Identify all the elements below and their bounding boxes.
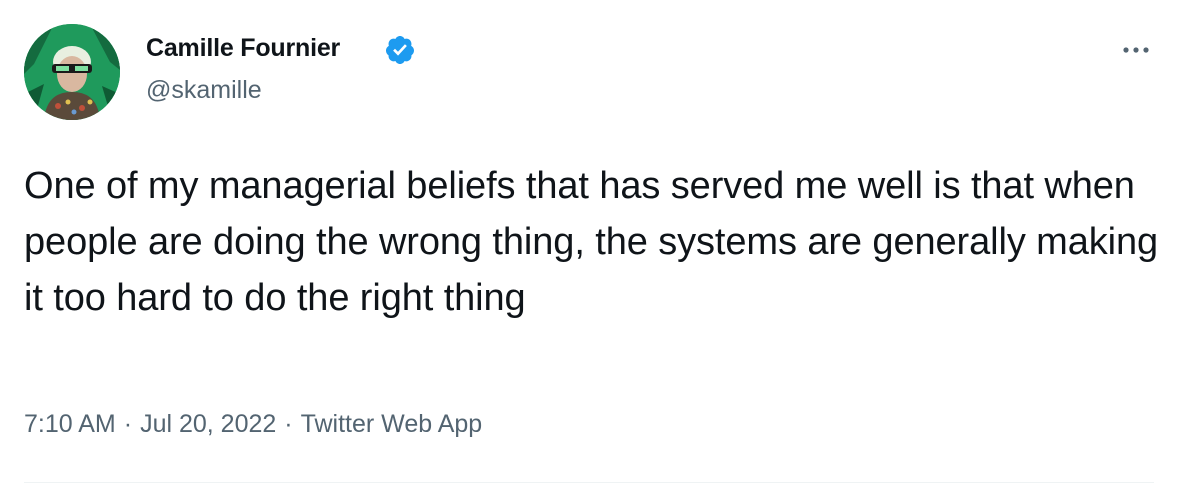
avatar-image <box>24 24 120 120</box>
meta-separator: · <box>284 410 293 438</box>
tweet-metadata: 7:10 AM · Jul 20, 2022 · Twitter Web App <box>24 410 482 439</box>
tweet-date[interactable]: Jul 20, 2022 <box>140 410 276 438</box>
divider <box>24 482 1154 483</box>
tweet-source[interactable]: Twitter Web App <box>301 410 483 438</box>
tweet-time[interactable]: 7:10 AM <box>24 410 116 438</box>
avatar[interactable] <box>24 24 120 120</box>
more-options-icon[interactable] <box>1116 36 1156 64</box>
author-display-name[interactable]: Camille Fournier <box>146 34 340 63</box>
meta-separator: · <box>123 410 133 438</box>
verified-badge-icon <box>385 36 414 64</box>
author-handle[interactable]: @skamille <box>146 76 262 105</box>
tweet-text: One of my managerial beliefs that has se… <box>24 165 1159 319</box>
tweet-card: Camille Fournier @skamille One of my man… <box>0 0 1178 484</box>
